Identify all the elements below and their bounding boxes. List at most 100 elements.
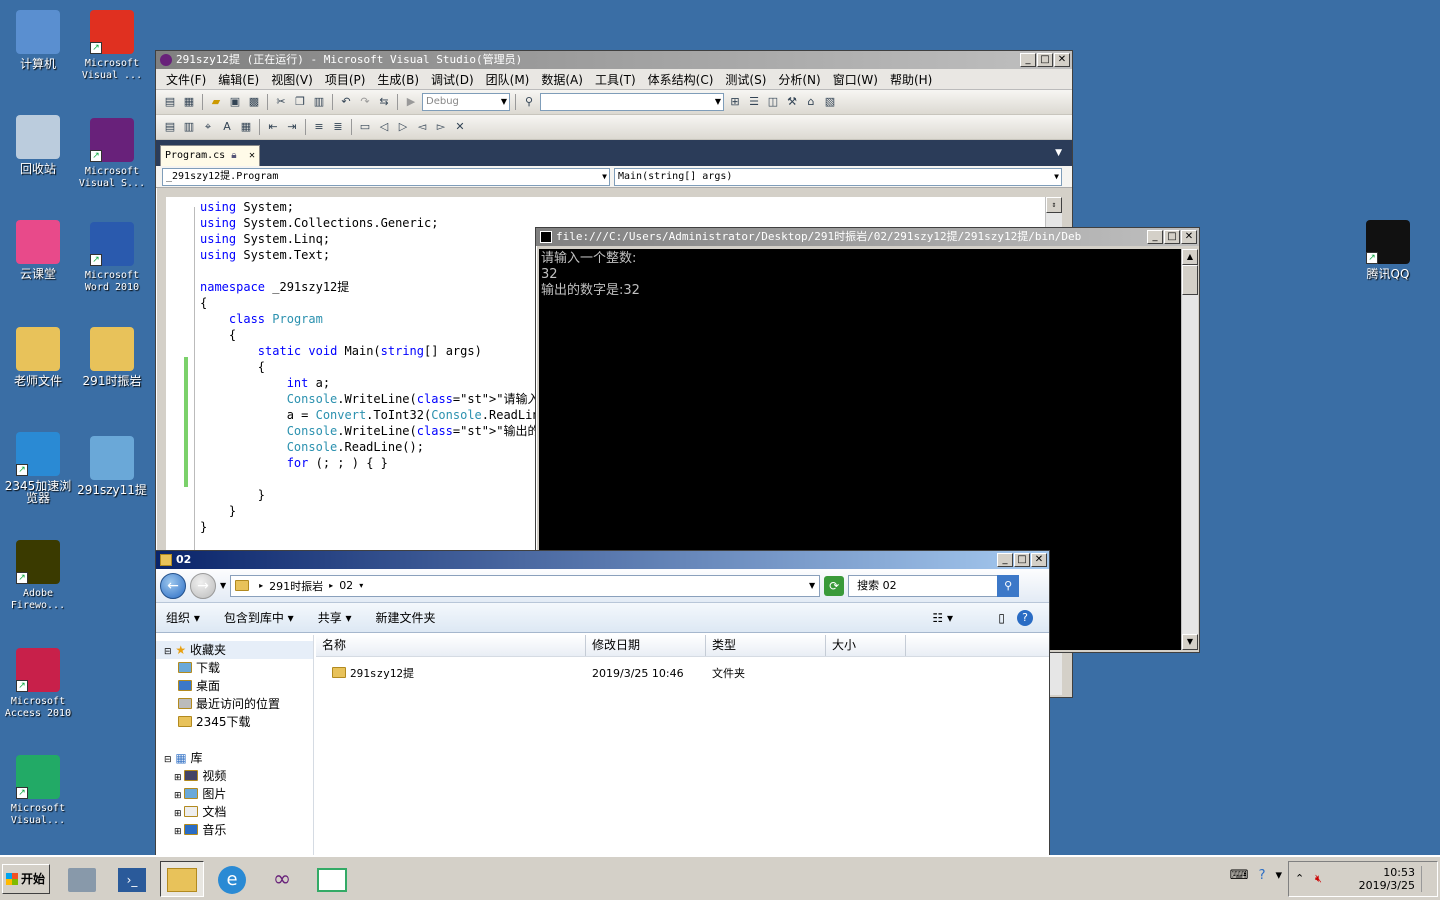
menu-item[interactable]: 数据(A) bbox=[535, 71, 589, 88]
column-header[interactable]: 修改日期 bbox=[586, 635, 706, 656]
console-minimize-button[interactable]: _ bbox=[1147, 230, 1163, 244]
tree-item[interactable]: 桌面 bbox=[156, 677, 313, 695]
tab-close-icon[interactable]: ✕ bbox=[249, 146, 255, 166]
explorer-title-bar[interactable]: 02 _ □ ✕ bbox=[156, 551, 1049, 569]
prev-bookmark-icon[interactable]: ◁ bbox=[376, 119, 392, 135]
menu-item[interactable]: 团队(M) bbox=[480, 71, 536, 88]
column-header[interactable]: 类型 bbox=[706, 635, 826, 656]
start-button[interactable]: 开始 bbox=[2, 864, 50, 894]
menu-item[interactable]: 生成(B) bbox=[371, 71, 425, 88]
type-select[interactable]: _291szy12提.Program ▼ bbox=[162, 168, 610, 186]
next-bookmark-icon[interactable]: ▷ bbox=[395, 119, 411, 135]
menu-item[interactable]: 窗口(W) bbox=[827, 71, 884, 88]
preview-pane-icon[interactable]: ▯ bbox=[998, 611, 1005, 625]
search-icon[interactable]: ⚲ bbox=[997, 574, 1020, 597]
language-icon[interactable]: ▾ bbox=[1275, 868, 1282, 883]
menu-item[interactable]: 项目(P) bbox=[319, 71, 372, 88]
breadcrumb-02[interactable]: 02 bbox=[339, 579, 353, 592]
tree-library[interactable]: ⊟ ▦ 库 bbox=[156, 749, 313, 767]
desktop-icon-fireworks[interactable]: ↗ Adobe Firewo... bbox=[0, 540, 76, 612]
address-dropdown-icon[interactable]: ▼ bbox=[809, 581, 815, 590]
member-select[interactable]: Main(string[] args) ▼ bbox=[614, 168, 1062, 186]
quick-info-icon[interactable]: ⌖ bbox=[200, 119, 216, 135]
help-icon[interactable]: ? bbox=[1017, 609, 1033, 626]
breadcrumb-291[interactable]: 291时振岩 bbox=[269, 578, 323, 594]
tree-favorites[interactable]: ⊟ ★ 收藏夹 bbox=[156, 641, 313, 659]
save-all-icon[interactable]: ▩ bbox=[246, 94, 262, 110]
paste-icon[interactable]: ▥ bbox=[311, 94, 327, 110]
maximize-button[interactable]: □ bbox=[1037, 53, 1053, 67]
param-info-icon[interactable]: ▥ bbox=[181, 119, 197, 135]
start-debug-icon[interactable]: ▶ bbox=[403, 94, 419, 110]
clock-date[interactable]: 2019/3/25 bbox=[1289, 879, 1415, 892]
tree-item[interactable]: ⊞ 视频 bbox=[156, 767, 313, 785]
tree-item[interactable]: 下载 bbox=[156, 659, 313, 677]
desktop-icon-ms-visual[interactable]: ↗ Microsoft Visual ... bbox=[74, 10, 150, 82]
vs-title-bar[interactable]: 291szy12提 (正在运行) - Microsoft Visual Stud… bbox=[156, 51, 1072, 69]
object-browser-icon[interactable]: ◫ bbox=[765, 94, 781, 110]
back-button[interactable]: ← bbox=[160, 572, 186, 599]
new-project-icon[interactable]: ▤ bbox=[162, 94, 178, 110]
open-icon[interactable]: ▰ bbox=[208, 94, 224, 110]
taskbar-server-manager[interactable] bbox=[60, 861, 104, 897]
expand-icon[interactable]: ⊞ bbox=[174, 791, 184, 801]
column-header[interactable]: 名称 bbox=[316, 635, 586, 656]
tab-program-cs[interactable]: Program.cs 🔒︎ ✕ bbox=[160, 145, 260, 166]
command-0[interactable]: 组织 ▾ bbox=[166, 609, 200, 626]
tree-item[interactable]: ⊞ 文档 bbox=[156, 803, 313, 821]
tree-item[interactable]: 2345下载 bbox=[156, 713, 313, 731]
clock-time[interactable]: 10:53 bbox=[1289, 866, 1415, 879]
desktop-icon-yunketang[interactable]: 云课堂 bbox=[0, 220, 76, 280]
tree-item[interactable]: ⊞ 图片 bbox=[156, 785, 313, 803]
menu-item[interactable]: 视图(V) bbox=[265, 71, 319, 88]
keyboard-icon[interactable]: ⌨ bbox=[1230, 868, 1249, 883]
menu-item[interactable]: 测试(S) bbox=[719, 71, 772, 88]
copy-icon[interactable]: ❐ bbox=[292, 94, 308, 110]
search-input[interactable]: 搜索 02 ⚲ bbox=[848, 574, 1020, 597]
solution-config-select[interactable]: Debug ▼ bbox=[422, 93, 510, 111]
indent-icon[interactable]: ⇥ bbox=[284, 119, 300, 135]
expand-icon[interactable]: ⊞ bbox=[174, 773, 184, 783]
refresh-button[interactable]: ⟳ bbox=[824, 575, 845, 596]
start-page-icon[interactable]: ⌂ bbox=[803, 94, 819, 110]
extension-icon[interactable]: ▧ bbox=[822, 94, 838, 110]
desktop-icon-ie-2345[interactable]: ↗ 2345加速浏 览器 bbox=[0, 432, 76, 504]
minimize-button[interactable]: _ bbox=[1020, 53, 1036, 67]
desktop-icon-recycle-bin[interactable]: 回收站 bbox=[0, 115, 76, 175]
solution-explorer-icon[interactable]: ⊞ bbox=[727, 94, 743, 110]
pin-icon[interactable]: 🔒︎ bbox=[231, 150, 236, 161]
comment-icon[interactable]: ≡ bbox=[311, 119, 327, 135]
command-3[interactable]: 新建文件夹 bbox=[376, 609, 436, 626]
member-list-icon[interactable]: ▤ bbox=[162, 119, 178, 135]
explorer-minimize-button[interactable]: _ bbox=[997, 553, 1013, 567]
menu-item[interactable]: 工具(T) bbox=[589, 71, 642, 88]
redo-icon[interactable]: ↷ bbox=[357, 94, 373, 110]
console-scroll-thumb[interactable] bbox=[1182, 265, 1198, 295]
desktop-icon-teacher-folder[interactable]: 老师文件 bbox=[0, 327, 76, 387]
menu-item[interactable]: 体系结构(C) bbox=[642, 71, 720, 88]
table-row[interactable]: 291szy12提 2019/3/25 10:46 文件夹 bbox=[316, 663, 1049, 685]
console-title-bar[interactable]: file:///C:/Users/Administrator/Desktop/2… bbox=[536, 228, 1199, 246]
tab-dropdown-icon[interactable]: ▼ bbox=[1055, 148, 1062, 158]
outline-icon[interactable]: ▦ bbox=[238, 119, 254, 135]
console-maximize-button[interactable]: □ bbox=[1164, 230, 1180, 244]
word-complete-icon[interactable]: A bbox=[219, 119, 235, 135]
forward-button[interactable]: → bbox=[190, 572, 216, 599]
address-bar[interactable]: ▸ 291时振岩 ▸ 02 ▾ ▼ bbox=[230, 574, 821, 597]
next-bookmark-folder-icon[interactable]: ▻ bbox=[433, 119, 449, 135]
show-hidden-icons[interactable]: ⌃ bbox=[1295, 872, 1304, 885]
menu-item[interactable]: 分析(N) bbox=[772, 71, 826, 88]
show-desktop-button[interactable] bbox=[1421, 866, 1435, 892]
tree-item[interactable]: ⊞ 音乐 bbox=[156, 821, 313, 839]
volume-muted-icon[interactable]: 🔇︎ bbox=[1315, 872, 1322, 886]
menu-item[interactable]: 调试(D) bbox=[425, 71, 480, 88]
menu-item[interactable]: 编辑(E) bbox=[212, 71, 265, 88]
views-icon[interactable]: ☷ ▾ bbox=[932, 611, 953, 625]
add-item-icon[interactable]: ▦ bbox=[181, 94, 197, 110]
taskbar-powershell[interactable]: ›_ bbox=[110, 861, 154, 897]
desktop-icon-folder-291[interactable]: 291时振岩 bbox=[74, 327, 150, 387]
find-combo[interactable]: ▼ bbox=[540, 93, 724, 111]
close-button[interactable]: ✕ bbox=[1054, 53, 1070, 67]
command-2[interactable]: 共享 ▾ bbox=[318, 609, 352, 626]
navigate-icon[interactable]: ⇆ bbox=[376, 94, 392, 110]
